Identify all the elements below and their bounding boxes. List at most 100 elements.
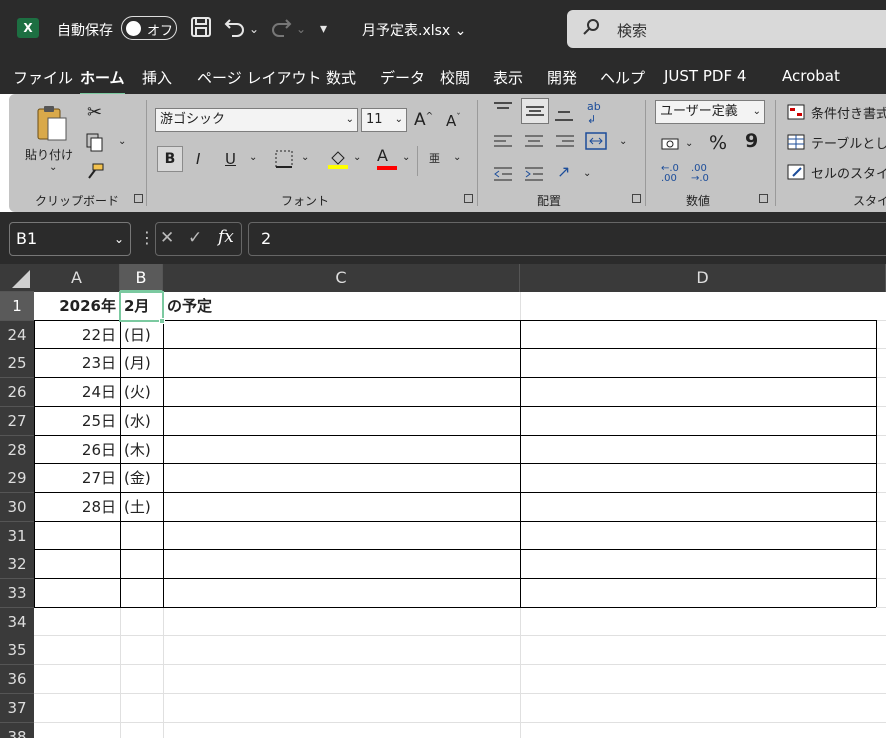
row-header-27[interactable]: 27 — [0, 406, 34, 436]
cell-a33[interactable] — [34, 579, 120, 608]
column-header-d[interactable]: D — [520, 264, 886, 292]
align-bottom-icon[interactable] — [555, 106, 573, 126]
tab-just-pdf[interactable]: JUST PDF 4 — [664, 67, 746, 85]
cell-b30[interactable]: (土) — [120, 493, 163, 522]
cell-b38[interactable] — [120, 723, 163, 738]
row-header-38[interactable]: 38 — [0, 722, 34, 738]
cancel-icon[interactable]: ✕ — [160, 228, 174, 248]
bold-button[interactable]: B — [157, 146, 183, 172]
percent-style-icon[interactable]: % — [709, 132, 727, 154]
cell-c38[interactable] — [163, 723, 520, 738]
cell-b35[interactable] — [120, 636, 163, 665]
row-header-32[interactable]: 32 — [0, 550, 34, 580]
cell-b37[interactable] — [120, 694, 163, 723]
cut-icon[interactable]: ✂ — [87, 102, 102, 123]
cell-a25[interactable]: 23日 — [34, 349, 120, 378]
redo-dropdown-chevron-icon[interactable]: ⌄ — [296, 18, 306, 40]
cell-c37[interactable] — [163, 694, 520, 723]
cell-c27[interactable] — [163, 407, 520, 436]
cell-c35[interactable] — [163, 636, 520, 665]
cell-a29[interactable]: 27日 — [34, 464, 120, 493]
cell-c26[interactable] — [163, 378, 520, 407]
cell-styles-label[interactable]: セルのスタイル — [811, 163, 886, 182]
format-as-table-icon[interactable] — [787, 134, 805, 154]
wrap-text-icon[interactable]: ab ↲ — [587, 100, 601, 126]
alignment-launcher-icon[interactable] — [632, 194, 641, 203]
fill-color-dropdown-icon[interactable]: ⌄ — [353, 152, 361, 163]
conditional-formatting-icon[interactable] — [787, 104, 805, 124]
merge-dropdown-icon[interactable]: ⌄ — [619, 136, 627, 147]
autosave-toggle[interactable]: オフ — [121, 16, 177, 40]
cell-c33[interactable] — [163, 579, 520, 608]
cell-a32[interactable] — [34, 550, 120, 579]
tab-page-layout[interactable]: ページ レイアウト — [197, 67, 321, 88]
column-header-b[interactable]: B — [120, 264, 163, 292]
row-header-37[interactable]: 37 — [0, 693, 34, 723]
cell-a24[interactable]: 22日 — [34, 321, 120, 350]
orientation-dropdown-icon[interactable]: ⌄ — [583, 168, 591, 179]
font-color-icon[interactable]: A — [377, 146, 397, 170]
increase-indent-icon[interactable] — [525, 166, 543, 186]
undo-dropdown-chevron-icon[interactable]: ⌄ — [249, 18, 259, 40]
row-header-30[interactable]: 30 — [0, 492, 34, 522]
search-box[interactable]: 検索 — [567, 10, 886, 48]
paste-dropdown-icon[interactable]: ⌄ — [49, 162, 57, 173]
tab-file[interactable]: ファイル — [13, 67, 73, 88]
row-header-26[interactable]: 26 — [0, 378, 34, 408]
borders-icon[interactable] — [275, 150, 293, 172]
cell-c25[interactable] — [163, 349, 520, 378]
cell-c31[interactable] — [163, 522, 520, 551]
cell-b36[interactable] — [120, 665, 163, 694]
tab-review[interactable]: 校閲 — [440, 67, 470, 88]
cell-c30[interactable] — [163, 493, 520, 522]
italic-button[interactable]: I — [196, 150, 200, 168]
customize-quick-access-icon[interactable]: ▾ — [320, 18, 327, 40]
font-name-select[interactable]: 游ゴシック ⌄ — [155, 108, 358, 132]
fill-color-icon[interactable] — [327, 148, 349, 174]
cell-b29[interactable]: (金) — [120, 464, 163, 493]
row-header-24[interactable]: 24 — [0, 320, 34, 350]
furigana-dropdown-icon[interactable]: ⌄ — [453, 152, 461, 163]
row-header-36[interactable]: 36 — [0, 665, 34, 695]
cell-b28[interactable]: (木) — [120, 436, 163, 465]
enter-icon[interactable]: ✓ — [188, 228, 202, 248]
copy-icon[interactable] — [85, 132, 105, 156]
row-header-31[interactable]: 31 — [0, 521, 34, 551]
tab-view[interactable]: 表示 — [493, 67, 523, 88]
select-all-corner[interactable] — [0, 264, 34, 292]
cell-b32[interactable] — [120, 550, 163, 579]
cell-c36[interactable] — [163, 665, 520, 694]
cell-b25[interactable]: (月) — [120, 349, 163, 378]
cell-a38[interactable] — [34, 723, 120, 738]
format-as-table-label[interactable]: テーブルとして — [811, 133, 886, 152]
row-header-28[interactable]: 28 — [0, 435, 34, 465]
tab-home[interactable]: ホーム — [80, 67, 125, 96]
row-header-25[interactable]: 25 — [0, 349, 34, 379]
align-center-icon[interactable] — [525, 134, 543, 154]
format-painter-icon[interactable] — [85, 162, 105, 186]
tab-acrobat[interactable]: Acrobat — [782, 67, 840, 85]
cell-b27[interactable]: (水) — [120, 407, 163, 436]
cell-styles-icon[interactable] — [787, 164, 805, 184]
row-header-34[interactable]: 34 — [0, 607, 34, 637]
number-format-select[interactable]: ユーザー定義 ⌄ — [655, 100, 765, 124]
accounting-dropdown-icon[interactable]: ⌄ — [685, 138, 693, 149]
cell-c24[interactable] — [163, 321, 520, 350]
orientation-icon[interactable]: ↗ — [557, 162, 570, 181]
column-header-c[interactable]: C — [163, 264, 520, 292]
number-launcher-icon[interactable] — [759, 194, 768, 203]
cell-a31[interactable] — [34, 522, 120, 551]
grow-font-icon[interactable]: A^ — [414, 110, 433, 130]
cell-b31[interactable] — [120, 522, 163, 551]
align-left-icon[interactable] — [494, 134, 512, 154]
cell-a37[interactable] — [34, 694, 120, 723]
cell-c32[interactable] — [163, 550, 520, 579]
font-launcher-icon[interactable] — [464, 194, 473, 203]
insert-function-icon[interactable]: fx — [218, 227, 234, 247]
font-size-select[interactable]: 11 ⌄ — [361, 108, 407, 132]
tab-developer[interactable]: 開発 — [547, 67, 577, 88]
borders-dropdown-icon[interactable]: ⌄ — [301, 152, 309, 163]
worksheet-grid[interactable]: A B C D 1 2026年 2月 の予定 24 22日 (日) 25 23日 (月) 26 24日… — [0, 264, 886, 738]
tab-help[interactable]: ヘルプ — [600, 67, 645, 88]
save-icon[interactable] — [190, 16, 212, 42]
